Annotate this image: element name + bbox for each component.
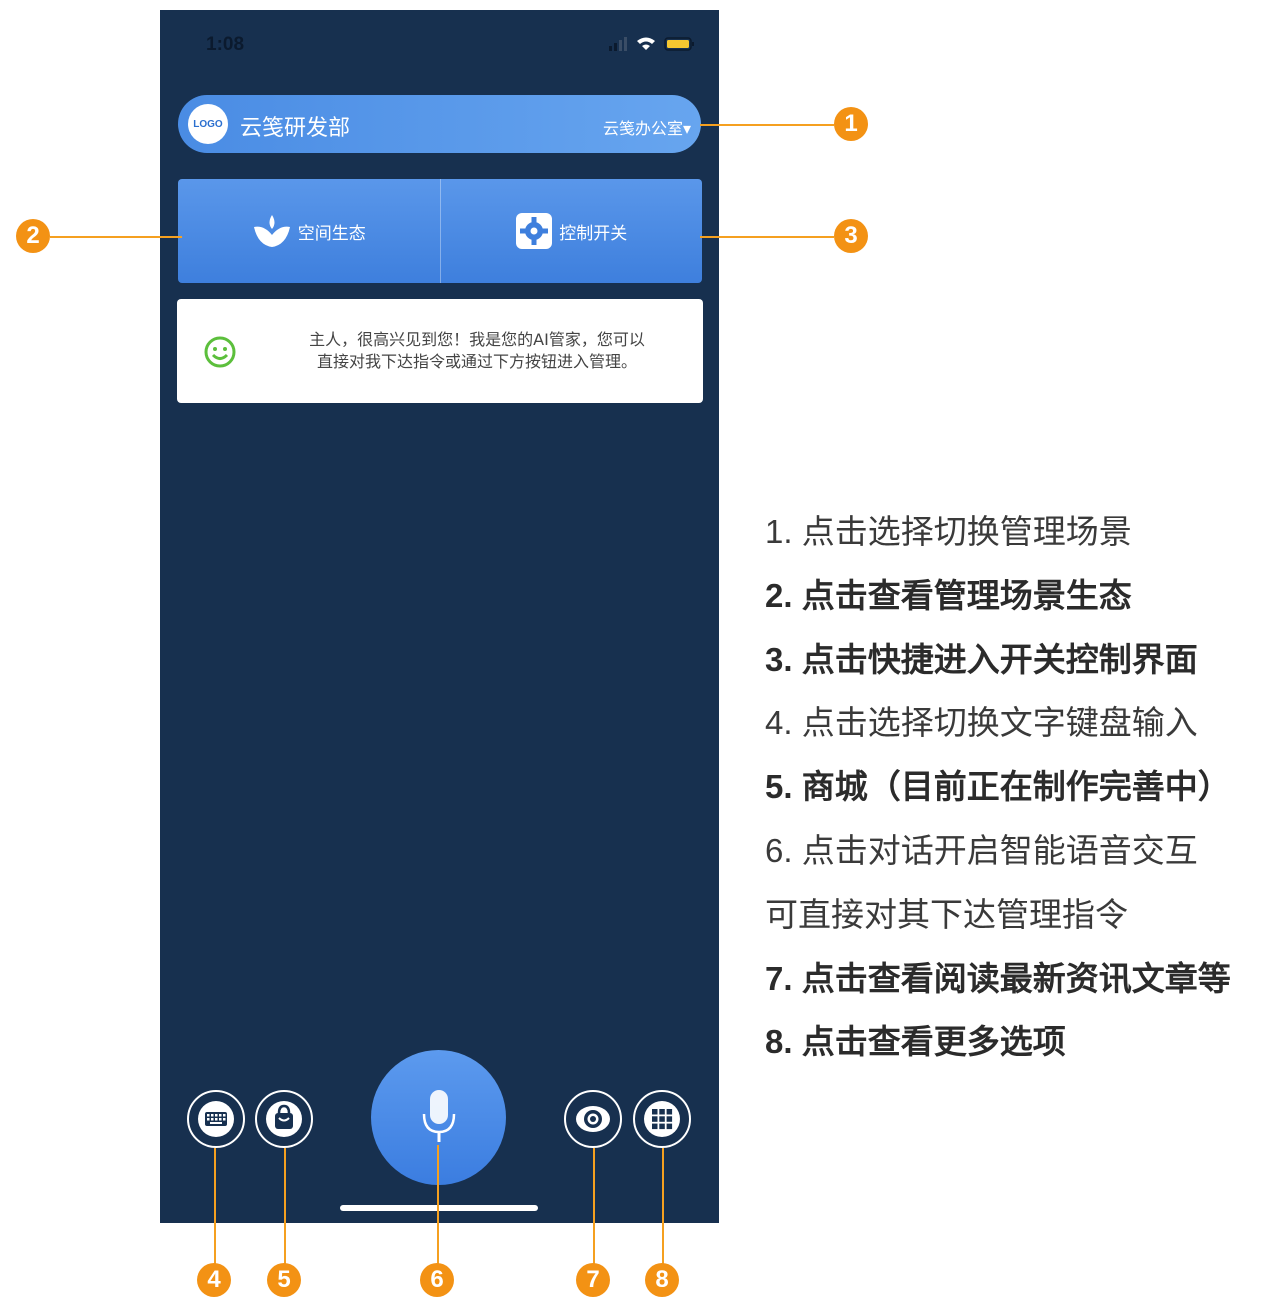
logo: LOGO — [188, 104, 228, 144]
feature-notes: 1. 点击选择切换管理场景 2. 点击查看管理场景生态 3. 点击快捷进入开关控… — [765, 505, 1231, 1079]
callout-badge-1: 1 — [834, 107, 868, 141]
org-name: 云笺研发部 — [240, 116, 351, 141]
shop-button[interactable] — [255, 1090, 313, 1148]
eye-icon — [576, 1106, 610, 1132]
control-switch-label: 控制开关 — [559, 223, 628, 244]
callout-badge-8: 8 — [645, 1263, 679, 1297]
note-2: 2. 点击查看管理场景生态 — [765, 576, 1132, 614]
status-icons — [609, 37, 694, 51]
assistant-message-line1: 主人，很高兴见到您！我是您的AI管家，您可以 — [309, 330, 645, 349]
space-ecology-label: 空间生态 — [297, 223, 366, 244]
gear-icon — [516, 213, 553, 249]
microphone-icon — [422, 1089, 455, 1142]
callout-line-6 — [437, 1145, 439, 1264]
callout-badge-6: 6 — [420, 1263, 454, 1297]
note-6-continued: 可直接对其下达管理指令 — [765, 895, 1128, 933]
callout-badge-3: 3 — [834, 219, 868, 253]
assistant-message-card: 主人，很高兴见到您！我是您的AI管家，您可以 直接对我下达指令或通过下方按钮进入… — [177, 299, 703, 403]
assistant-message-text: 主人，很高兴见到您！我是您的AI管家，您可以 直接对我下达指令或通过下方按钮进入… — [267, 329, 687, 373]
note-3: 3. 点击快捷进入开关控制界面 — [765, 640, 1198, 678]
more-options-button[interactable] — [633, 1090, 691, 1148]
lotus-icon — [253, 215, 290, 247]
space-ecology-button[interactable]: 空间生态 — [178, 179, 440, 283]
callout-line-3 — [700, 236, 834, 238]
callout-badge-7: 7 — [576, 1263, 610, 1297]
assistant-message-line2: 直接对我下达指令或通过下方按钮进入管理。 — [316, 352, 637, 371]
home-indicator — [340, 1205, 538, 1211]
callout-badge-2: 2 — [16, 219, 50, 253]
note-4: 4. 点击选择切换文字键盘输入 — [765, 704, 1198, 742]
callout-line-8 — [662, 1148, 664, 1264]
wifi-icon — [637, 37, 655, 50]
grid-icon — [644, 1101, 680, 1137]
note-6: 6. 点击对话开启智能语音交互 — [765, 831, 1198, 869]
callout-line-1 — [700, 124, 834, 126]
callout-line-7 — [593, 1148, 595, 1264]
scene-selector[interactable]: LOGO 云笺研发部 云笺办公室▾ — [178, 95, 701, 153]
news-button[interactable] — [564, 1090, 622, 1148]
callout-badge-4: 4 — [197, 1263, 231, 1297]
note-7: 7. 点击查看阅读最新资讯文章等 — [765, 959, 1231, 997]
shopping-bag-icon — [266, 1101, 302, 1137]
action-panel: 空间生态 控制开关 — [178, 179, 702, 283]
voice-button[interactable] — [371, 1050, 506, 1185]
status-time: 1:08 — [206, 34, 245, 55]
battery-icon — [664, 37, 694, 51]
control-switch-button[interactable]: 控制开关 — [441, 179, 703, 283]
keyboard-icon — [198, 1101, 234, 1137]
callout-line-5 — [284, 1148, 286, 1264]
callout-line-4 — [214, 1148, 216, 1264]
keyboard-button[interactable] — [187, 1090, 245, 1148]
smile-icon — [204, 336, 236, 368]
signal-icon — [609, 37, 627, 51]
note-8: 8. 点击查看更多选项 — [765, 1023, 1066, 1061]
office-dropdown[interactable]: 云笺办公室▾ — [603, 115, 691, 139]
note-1: 1. 点击选择切换管理场景 — [765, 513, 1132, 550]
note-5: 5. 商城（目前正在制作完善中） — [765, 768, 1231, 806]
callout-badge-5: 5 — [267, 1263, 301, 1297]
callout-line-2 — [50, 236, 182, 238]
phone-screen: 1:08 LOGO 云笺研发部 云笺办公室▾ 空间生态 控制开关 主人，很高兴见… — [160, 10, 719, 1223]
